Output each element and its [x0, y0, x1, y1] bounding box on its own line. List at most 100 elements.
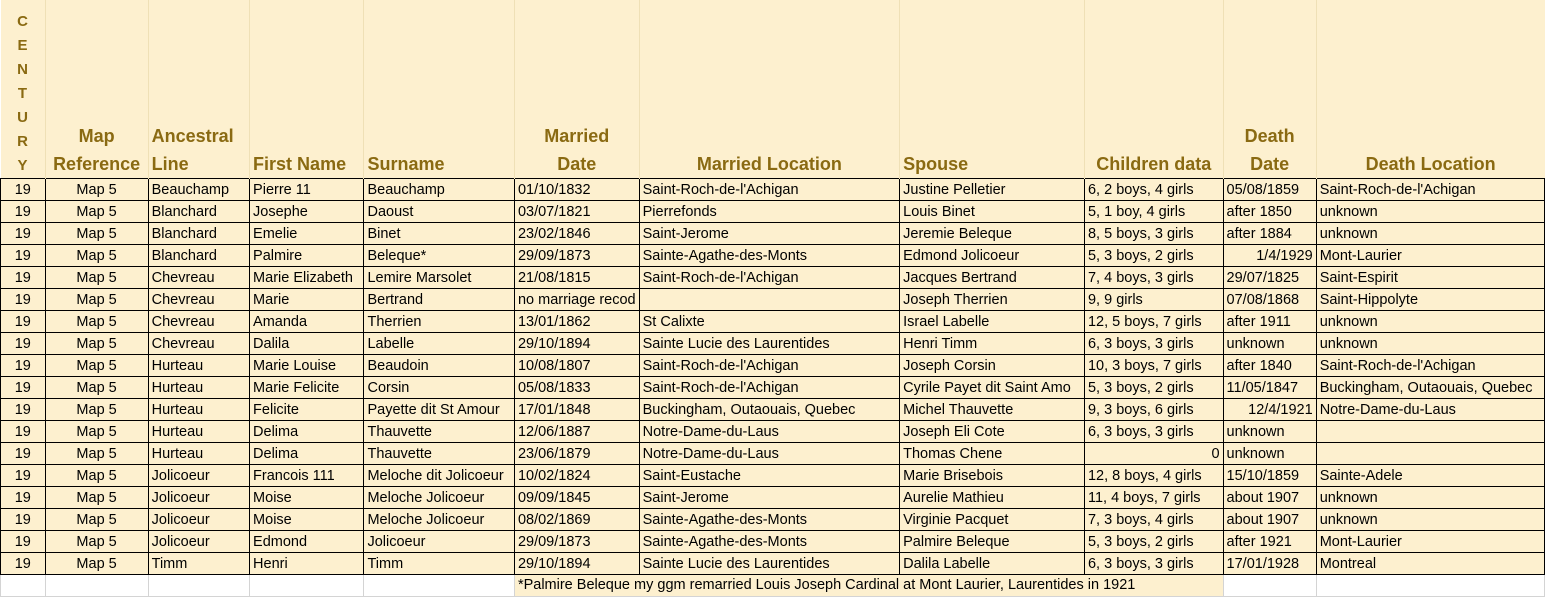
spouse-header[interactable]: Spouse: [899, 0, 1085, 179]
ancestral-line-cell[interactable]: Timm: [147, 552, 251, 575]
map-reference-cell[interactable]: Map 5: [44, 552, 149, 575]
map-reference-cell[interactable]: Map 5: [44, 266, 149, 289]
married-location-cell[interactable]: St Calixte: [638, 310, 901, 333]
spouse-cell[interactable]: Louis Binet: [899, 200, 1085, 223]
married-location-cell[interactable]: Sainte Lucie des Laurentides: [638, 332, 901, 355]
married-date-cell[interactable]: 29/09/1873: [513, 244, 640, 267]
surname-cell[interactable]: Lemire Marsolet: [363, 266, 515, 289]
first-name-cell[interactable]: Henri: [249, 552, 365, 575]
death-location-cell[interactable]: Notre-Dame-du-Laus: [1315, 398, 1545, 421]
surname-cell[interactable]: Meloche Jolicoeur: [363, 508, 515, 531]
spouse-cell[interactable]: Cyrile Payet dit Saint Amo: [899, 376, 1085, 399]
century-cell[interactable]: 19: [0, 376, 46, 399]
surname-cell[interactable]: Meloche Jolicoeur: [363, 486, 515, 509]
surname-cell[interactable]: Thauvette: [363, 442, 515, 465]
death-date-cell[interactable]: 07/08/1868: [1222, 288, 1317, 311]
death-date-cell[interactable]: 15/10/1859: [1222, 464, 1317, 487]
death-location-cell[interactable]: unknown: [1315, 310, 1545, 333]
married-date-cell[interactable]: no marriage recod: [513, 288, 640, 311]
married-date-cell[interactable]: 29/10/1894: [513, 552, 640, 575]
spouse-cell[interactable]: Israel Labelle: [899, 310, 1085, 333]
married-date-cell[interactable]: 17/01/1848: [513, 398, 640, 421]
married-date-cell[interactable]: 01/10/1832: [513, 178, 640, 201]
surname-cell[interactable]: Jolicoeur: [363, 530, 515, 553]
children-data-cell[interactable]: 5, 3 boys, 2 girls: [1083, 376, 1224, 399]
death-date-cell[interactable]: 1/4/1929: [1222, 244, 1317, 267]
surname-cell[interactable]: Binet: [363, 222, 515, 245]
children-data-cell[interactable]: 11, 4 boys, 7 girls: [1083, 486, 1224, 509]
children-data-cell[interactable]: 6, 3 boys, 3 girls: [1083, 552, 1224, 575]
surname-cell[interactable]: Beaudoin: [363, 354, 515, 377]
century-cell[interactable]: 19: [0, 354, 46, 377]
surname-cell[interactable]: Therrien: [363, 310, 515, 333]
death-location-cell[interactable]: unknown: [1315, 508, 1545, 531]
spouse-cell[interactable]: Virginie Pacquet: [899, 508, 1085, 531]
empty-cell[interactable]: [249, 574, 365, 597]
map-reference-cell[interactable]: Map 5: [44, 464, 149, 487]
death-date-cell[interactable]: after 1921: [1222, 530, 1317, 553]
empty-cell[interactable]: [1222, 574, 1317, 597]
death-date-cell[interactable]: after 1884: [1222, 222, 1317, 245]
death-date-cell[interactable]: after 1911: [1222, 310, 1317, 333]
empty-cell[interactable]: [147, 574, 251, 597]
century-cell[interactable]: 19: [0, 464, 46, 487]
map-reference-cell[interactable]: Map 5: [44, 508, 149, 531]
ancestral-line-header[interactable]: Ancestral Line: [147, 0, 250, 179]
ancestral-line-cell[interactable]: Hurteau: [147, 420, 251, 443]
first-name-cell[interactable]: Marie Felicite: [249, 376, 365, 399]
ancestral-line-cell[interactable]: Chevreau: [147, 288, 251, 311]
century-header[interactable]: C E N T U R Y: [0, 0, 46, 179]
death-date-cell[interactable]: 05/08/1859: [1222, 178, 1317, 201]
death-date-cell[interactable]: 12/4/1921: [1222, 398, 1317, 421]
ancestral-line-cell[interactable]: Jolicoeur: [147, 508, 251, 531]
first-name-header[interactable]: First Name: [249, 0, 364, 179]
first-name-cell[interactable]: Marie: [249, 288, 365, 311]
death-location-cell[interactable]: [1315, 420, 1545, 443]
map-reference-cell[interactable]: Map 5: [44, 332, 149, 355]
ancestral-line-cell[interactable]: Chevreau: [147, 332, 251, 355]
children-data-cell[interactable]: 6, 2 boys, 4 girls: [1083, 178, 1224, 201]
death-date-cell[interactable]: after 1840: [1222, 354, 1317, 377]
empty-cell[interactable]: [1315, 574, 1545, 597]
spouse-cell[interactable]: Palmire Beleque: [899, 530, 1085, 553]
children-data-cell[interactable]: 8, 5 boys, 3 girls: [1083, 222, 1224, 245]
children-data-header[interactable]: Children data: [1083, 0, 1224, 179]
married-location-cell[interactable]: Saint-Eustache: [638, 464, 901, 487]
married-location-cell[interactable]: Saint-Roch-de-l'Achigan: [638, 266, 901, 289]
children-data-cell[interactable]: 7, 3 boys, 4 girls: [1083, 508, 1224, 531]
century-cell[interactable]: 19: [0, 178, 46, 201]
death-location-cell[interactable]: Sainte-Adele: [1315, 464, 1545, 487]
married-location-cell[interactable]: Sainte-Agathe-des-Monts: [638, 244, 901, 267]
ancestral-line-cell[interactable]: Hurteau: [147, 354, 251, 377]
children-data-cell[interactable]: 9, 3 boys, 6 girls: [1083, 398, 1224, 421]
century-cell[interactable]: 19: [0, 398, 46, 421]
married-location-cell[interactable]: Saint-Roch-de-l'Achigan: [638, 354, 901, 377]
married-location-cell[interactable]: Saint-Jerome: [638, 222, 901, 245]
death-location-cell[interactable]: Saint-Roch-de-l'Achigan: [1315, 354, 1545, 377]
map-reference-cell[interactable]: Map 5: [44, 310, 149, 333]
spouse-cell[interactable]: Michel Thauvette: [899, 398, 1085, 421]
married-location-cell[interactable]: Notre-Dame-du-Laus: [638, 420, 901, 443]
empty-cell[interactable]: [363, 574, 515, 597]
children-data-cell[interactable]: 0: [1083, 442, 1224, 465]
surname-cell[interactable]: Timm: [363, 552, 515, 575]
married-location-cell[interactable]: Saint-Roch-de-l'Achigan: [638, 178, 901, 201]
married-date-cell[interactable]: 08/02/1869: [513, 508, 640, 531]
spouse-cell[interactable]: Dalila Labelle: [899, 552, 1085, 575]
children-data-cell[interactable]: 6, 3 boys, 3 girls: [1083, 332, 1224, 355]
ancestral-line-cell[interactable]: Jolicoeur: [147, 486, 251, 509]
century-cell[interactable]: 19: [0, 310, 46, 333]
century-cell[interactable]: 19: [0, 442, 46, 465]
spouse-cell[interactable]: Marie Brisebois: [899, 464, 1085, 487]
death-location-cell[interactable]: unknown: [1315, 200, 1545, 223]
married-location-header[interactable]: Married Location: [638, 0, 900, 179]
spouse-cell[interactable]: Thomas Chene: [899, 442, 1085, 465]
ancestral-line-cell[interactable]: Beauchamp: [147, 178, 251, 201]
first-name-cell[interactable]: Emelie: [249, 222, 365, 245]
ancestral-line-cell[interactable]: Chevreau: [147, 266, 251, 289]
death-location-cell[interactable]: Montreal: [1315, 552, 1545, 575]
first-name-cell[interactable]: Delima: [249, 420, 365, 443]
map-reference-cell[interactable]: Map 5: [44, 420, 149, 443]
children-data-cell[interactable]: 6, 3 boys, 3 girls: [1083, 420, 1224, 443]
married-date-cell[interactable]: 23/06/1879: [513, 442, 640, 465]
